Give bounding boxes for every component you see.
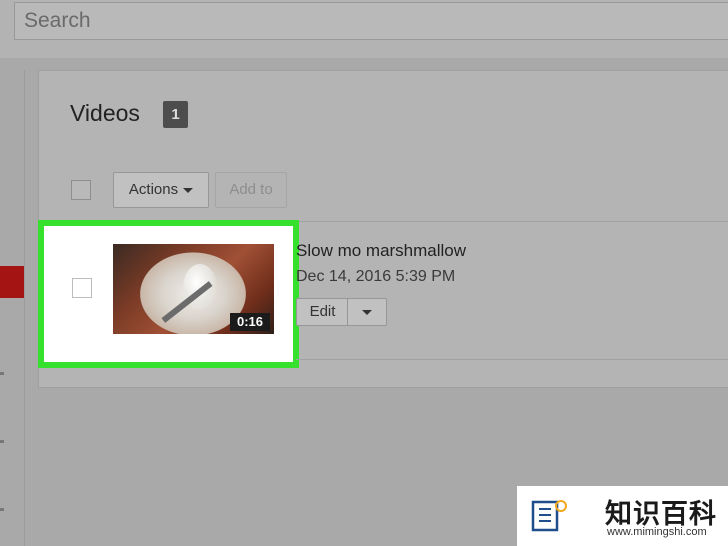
edit-menu-button[interactable] — [347, 298, 387, 326]
video-count-badge: 1 — [163, 101, 188, 128]
page-title: Videos — [70, 100, 140, 126]
video-title[interactable]: Slow mo marshmallow — [296, 241, 466, 261]
sidebar-item[interactable] — [0, 372, 4, 375]
sidebar-item[interactable] — [0, 440, 4, 443]
sidebar-item-active[interactable] — [0, 266, 24, 298]
search-input[interactable]: Search — [14, 2, 728, 40]
actions-button[interactable]: Actions — [113, 172, 209, 208]
book-bulb-icon — [531, 500, 567, 532]
top-bar: Search — [0, 0, 728, 58]
select-all-checkbox[interactable] — [71, 180, 91, 200]
chevron-down-icon — [362, 309, 372, 315]
video-duration: 0:16 — [230, 313, 270, 331]
sidebar-item[interactable] — [0, 508, 4, 511]
video-checkbox[interactable] — [72, 278, 92, 298]
edit-button[interactable]: Edit — [296, 298, 348, 326]
sidebar — [0, 70, 25, 546]
watermark-logo: 知识百科 www.mimingshi.com — [517, 486, 728, 546]
video-date: Dec 14, 2016 5:39 PM — [296, 268, 456, 285]
watermark-url: www.mimingshi.com — [607, 526, 707, 538]
row-divider — [296, 359, 728, 360]
chevron-down-icon — [183, 187, 194, 193]
actions-label: Actions — [128, 181, 179, 198]
add-to-button[interactable]: Add to — [215, 172, 287, 208]
